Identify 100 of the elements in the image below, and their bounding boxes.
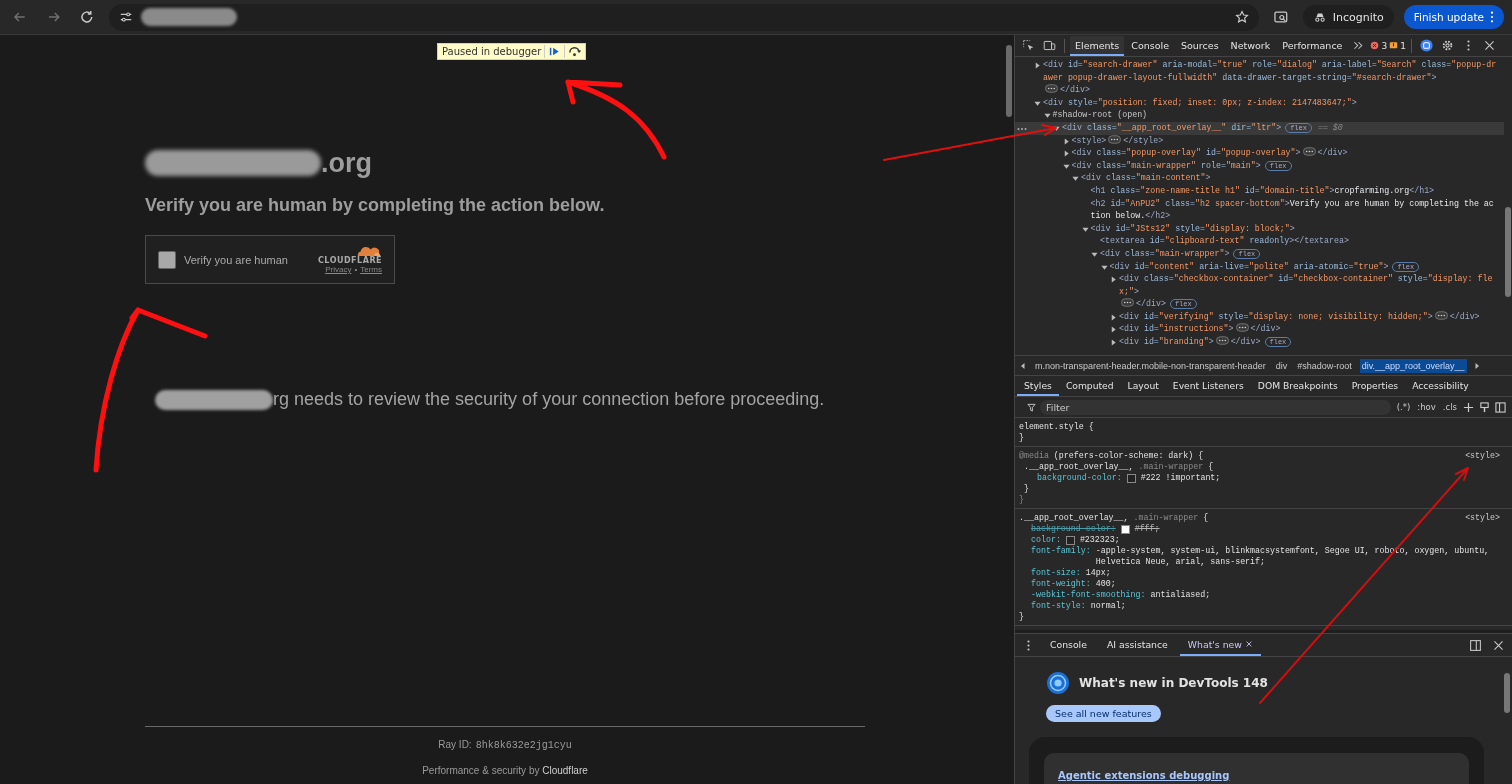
drawer-tab[interactable]: What's new <box>1179 634 1261 656</box>
collapse-triangle-icon[interactable] <box>1081 225 1089 233</box>
styles-tab[interactable]: Computed <box>1058 376 1121 396</box>
sidebar-icon[interactable] <box>1495 401 1506 413</box>
dom-tree-row[interactable]: <textarea id="clipboard-text" readonly></textarea> <box>1015 235 1504 248</box>
settings-icon[interactable] <box>1440 39 1454 52</box>
devtools-tab[interactable]: Sources <box>1176 35 1224 56</box>
dom-tree-row[interactable]: <h2 id="AnPU2" class="h2 spacer-bottom">Verify you are human by completing the action below.</h2> <box>1015 197 1504 223</box>
close-icon[interactable] <box>1492 638 1505 652</box>
color-swatch[interactable] <box>1065 536 1075 545</box>
more-tabs-icon[interactable] <box>1352 39 1366 52</box>
css-property[interactable]: font-style: <box>1031 600 1086 611</box>
ellipsis-icon[interactable] <box>1302 147 1316 157</box>
filter-toggle[interactable]: (.*) <box>1395 402 1412 412</box>
css-value[interactable]: normal; <box>1085 600 1126 611</box>
color-swatch[interactable] <box>1120 525 1130 534</box>
collapse-triangle-icon[interactable] <box>1034 99 1041 107</box>
css-value[interactable]: antialiased; <box>1145 589 1211 600</box>
breadcrumb[interactable]: #shadow-root <box>1295 358 1354 373</box>
source-link[interactable]: <style> <box>1465 450 1500 461</box>
more-options-icon[interactable] <box>1017 126 1027 131</box>
ellipsis-icon[interactable] <box>1215 336 1229 346</box>
styles-tab[interactable]: Layout <box>1120 376 1166 396</box>
dom-tree-row[interactable]: <div id="JSts12" style="display: block;"> <box>1015 222 1504 236</box>
breadcrumb[interactable]: m.non-transparent-header.mobile-non-transparent-header <box>1033 358 1268 373</box>
star-icon[interactable] <box>1235 10 1249 24</box>
dock-icon[interactable] <box>1469 638 1482 652</box>
reload-icon[interactable] <box>79 9 95 25</box>
terms-link[interactable]: Terms <box>360 265 382 274</box>
dom-tree-row[interactable]: <div id="verifying" style="display: none; visibility: hidden;"> </div> <box>1015 310 1504 324</box>
checkbox[interactable] <box>158 250 176 269</box>
drawer-tab[interactable]: Console <box>1042 634 1095 656</box>
styles-tab[interactable]: DOM Breakpoints <box>1250 376 1345 396</box>
tune-icon[interactable] <box>119 10 133 24</box>
ellipsis-icon[interactable] <box>1121 298 1134 308</box>
resume-icon[interactable] <box>544 45 562 58</box>
issue-count[interactable]: 1 <box>1400 40 1406 51</box>
expand-triangle-icon[interactable] <box>1034 62 1041 69</box>
drawer-tab[interactable]: AI assistance <box>1098 634 1176 656</box>
ellipsis-icon[interactable] <box>1235 323 1249 333</box>
error-count[interactable]: 3 <box>1381 40 1388 51</box>
styles-tab[interactable]: Accessibility <box>1405 376 1476 396</box>
breadcrumb[interactable]: div.__app_root_overlay__ <box>1359 358 1467 373</box>
scroll-left-icon[interactable] <box>1019 361 1027 370</box>
tab-search-icon[interactable] <box>1273 9 1289 25</box>
styles-tab[interactable]: Properties <box>1344 376 1406 396</box>
expand-triangle-icon[interactable] <box>1062 150 1070 158</box>
filter-toggle[interactable]: :hov <box>1416 402 1437 412</box>
collapse-triangle-icon[interactable] <box>1072 175 1079 183</box>
ellipsis-icon[interactable] <box>1108 134 1122 144</box>
collapse-triangle-icon[interactable] <box>1053 124 1060 132</box>
plus-icon[interactable] <box>1463 401 1474 413</box>
collapse-triangle-icon[interactable] <box>1100 263 1108 271</box>
styles-tab[interactable]: Event Listeners <box>1165 376 1251 396</box>
dom-tree-row[interactable]: <style> </style> <box>1015 134 1504 148</box>
breadcrumb[interactable]: div <box>1273 358 1290 373</box>
dom-tree-row[interactable]: <h1 class="zone-name-title h1" id="domain-title">cropfarming.org</h1> <box>1015 184 1504 198</box>
color-swatch[interactable] <box>1126 474 1136 483</box>
devtools-tab[interactable]: Console <box>1126 35 1174 56</box>
collapse-triangle-icon[interactable] <box>1091 250 1098 258</box>
css-value[interactable]: 400; <box>1090 578 1116 589</box>
collapse-triangle-icon[interactable] <box>1043 112 1051 120</box>
devtools-tab[interactable]: Performance <box>1277 35 1348 56</box>
css-value[interactable]: #fff; <box>1129 523 1160 534</box>
css-property[interactable]: color: <box>1031 534 1061 545</box>
css-value[interactable]: 14px; <box>1080 567 1111 578</box>
css-value[interactable]: #232323; <box>1074 534 1120 545</box>
inspect-icon[interactable] <box>1022 39 1035 52</box>
css-property[interactable]: font-size: <box>1031 567 1081 578</box>
address-bar[interactable] <box>109 3 1259 31</box>
css-property[interactable]: background-color: <box>1037 472 1122 483</box>
ellipsis-icon[interactable] <box>1045 84 1058 94</box>
filter-toggle[interactable]: .cls <box>1441 402 1458 412</box>
close-icon[interactable] <box>1482 39 1496 52</box>
expand-triangle-icon[interactable] <box>1110 276 1117 284</box>
dom-tree-row[interactable]: <div style="position: fixed; inset: 0px; z-index: 2147483647;"> <box>1015 96 1504 110</box>
styles-tab[interactable]: Styles <box>1017 376 1059 396</box>
step-over-icon[interactable] <box>564 45 582 58</box>
see-all-features-button[interactable]: See all new features <box>1046 705 1161 722</box>
expand-triangle-icon[interactable] <box>1110 326 1117 334</box>
css-property[interactable]: background-color: <box>1031 523 1116 534</box>
filter-field[interactable]: Filter <box>1040 399 1391 415</box>
device-icon[interactable] <box>1043 39 1056 52</box>
dom-tree-row[interactable]: <div id="instructions"> </div> <box>1015 323 1504 337</box>
css-property[interactable]: font-family: <box>1031 545 1091 556</box>
css-value[interactable]: #222 !important; <box>1135 472 1221 483</box>
finish-update-button[interactable]: Finish update <box>1403 5 1504 29</box>
incognito-chip[interactable]: Incognito <box>1302 5 1394 29</box>
dom-tree-row[interactable]: #shadow-root (open) <box>1015 109 1504 122</box>
devtools-tab[interactable]: Elements <box>1070 35 1125 56</box>
source-link[interactable]: <style> <box>1465 512 1500 523</box>
ellipsis-icon[interactable] <box>1434 310 1448 320</box>
devtools-tab[interactable]: Network <box>1225 35 1276 56</box>
paint-brush-icon[interactable] <box>1479 401 1490 413</box>
expand-triangle-icon[interactable] <box>1110 339 1117 347</box>
feature-link[interactable]: Agentic extensions debugging <box>1058 770 1230 781</box>
privacy-link[interactable]: Privacy <box>325 265 352 274</box>
expand-triangle-icon[interactable] <box>1062 137 1070 145</box>
collapse-triangle-icon[interactable] <box>1062 162 1070 170</box>
ai-assistant-icon[interactable] <box>1419 39 1433 52</box>
